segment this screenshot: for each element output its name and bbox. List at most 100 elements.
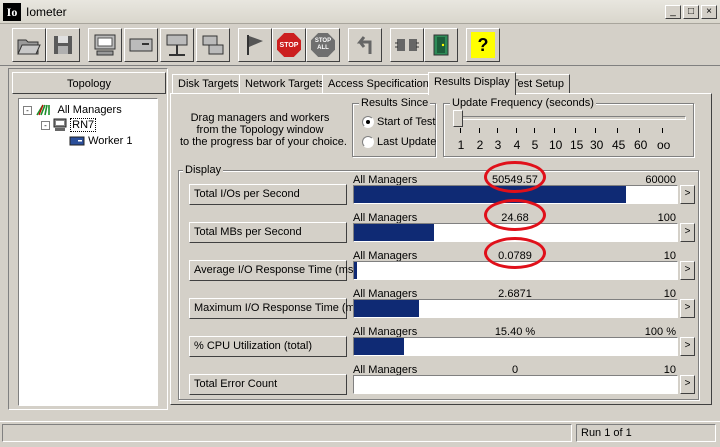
frequency-tick-label[interactable]: 1 <box>455 139 467 152</box>
frequency-tick-label[interactable]: 3 <box>492 139 504 152</box>
new-network-worker-button[interactable] <box>124 28 158 62</box>
frequency-tick-label[interactable]: 45 <box>612 139 625 152</box>
update-frequency-track <box>456 116 686 120</box>
computer-icon <box>94 34 116 56</box>
help-icon: ? <box>471 32 495 58</box>
tree-item-rn7[interactable]: - RN7 <box>41 117 97 133</box>
update-frequency-slider[interactable] <box>453 110 463 127</box>
tab-disk-targets[interactable]: Disk Targets <box>172 74 245 94</box>
display-label: Display <box>183 164 224 176</box>
stop-all-button[interactable]: STOP ALL <box>306 28 340 62</box>
metric-progress-fill <box>354 300 419 317</box>
last-update-radio[interactable] <box>362 136 374 148</box>
open-config-button[interactable] <box>12 28 46 62</box>
duplicate-worker-button[interactable] <box>196 28 230 62</box>
tab-results-display[interactable]: Results Display <box>428 72 516 95</box>
tab-network-targets[interactable]: Network Targets <box>239 74 331 94</box>
instruction-line: from the Topology window <box>196 124 324 136</box>
metric-progress-fill <box>354 224 434 241</box>
metric-progress-fill <box>354 262 357 279</box>
floppy-disk-icon <box>54 36 72 54</box>
about-button[interactable]: ? <box>466 28 500 62</box>
start-of-test-radio[interactable] <box>362 116 374 128</box>
last-update-label[interactable]: Last Update <box>377 136 436 149</box>
frequency-tick-label[interactable]: 2 <box>474 139 486 152</box>
metric-progress-bar[interactable] <box>353 185 678 204</box>
title-bar: Io Iometer _ □ × <box>0 0 720 24</box>
toolbar: STOP STOP ALL ? <box>0 24 720 66</box>
frequency-tick-mark <box>662 128 663 133</box>
status-message <box>2 424 572 442</box>
stop-icon: STOP <box>277 33 301 57</box>
collapse-toggle[interactable]: - <box>23 105 32 115</box>
instructions-text: Drag managers and workers from the Topol… <box>180 112 347 148</box>
stop-button[interactable]: STOP <box>272 28 306 62</box>
total-i-os-per-second-button[interactable]: Total I/Os per Second <box>189 184 347 205</box>
new-manager-button[interactable] <box>160 28 194 62</box>
start-of-test-label[interactable]: Start of Test <box>377 116 436 129</box>
topology-tree[interactable]: - All Managers - RN7 Worker 1 <box>18 98 158 406</box>
exit-button[interactable] <box>424 28 458 62</box>
cpu-utilization-total-button[interactable]: % CPU Utilization (total) <box>189 336 347 357</box>
tab-access-specifications[interactable]: Access Specifications <box>322 74 441 94</box>
metric-select-arrow-button[interactable]: > <box>680 299 695 318</box>
window-title: Iometer <box>26 5 67 19</box>
update-frequency-label: Update Frequency (seconds) <box>450 97 596 109</box>
collapse-toggle[interactable]: - <box>41 120 50 130</box>
close-button[interactable]: × <box>701 5 717 19</box>
run-status: Run 1 of 1 <box>576 424 716 442</box>
metric-select-arrow-button[interactable]: > <box>680 261 695 280</box>
frequency-tick-label[interactable]: 30 <box>590 139 603 152</box>
frequency-tick-label[interactable]: 60 <box>634 139 647 152</box>
exit-door-icon <box>433 34 449 56</box>
frequency-tick-label[interactable]: 5 <box>529 139 541 152</box>
frequency-tick-mark <box>479 128 480 133</box>
minimize-button[interactable]: _ <box>665 5 681 19</box>
back-arrow-icon <box>356 36 372 54</box>
tree-item-all-managers[interactable]: - All Managers <box>23 102 122 118</box>
maximum-i-o-response-time-ms-button[interactable]: Maximum I/O Response Time (ms) <box>189 298 364 319</box>
metric-progress-bar[interactable] <box>353 261 678 280</box>
metric-progress-bar[interactable] <box>353 375 678 394</box>
save-config-button[interactable] <box>46 28 80 62</box>
frequency-tick-mark <box>639 128 640 133</box>
frequency-tick-mark <box>575 128 576 133</box>
frequency-tick-label[interactable]: 4 <box>511 139 523 152</box>
start-tests-button[interactable] <box>238 28 272 62</box>
frequency-tick-mark <box>534 128 535 133</box>
disk-worker-icon <box>69 136 85 146</box>
metric-progress-bar[interactable] <box>353 223 678 242</box>
total-mbs-per-second-button[interactable]: Total MBs per Second <box>189 222 347 243</box>
total-error-count-button[interactable]: Total Error Count <box>189 374 347 395</box>
metric-select-arrow-button[interactable]: > <box>680 337 695 356</box>
tree-item-worker-1[interactable]: Worker 1 <box>69 133 132 149</box>
metric-progress-bar[interactable] <box>353 337 678 356</box>
frequency-tick-label[interactable]: 15 <box>570 139 583 152</box>
disconnect-button[interactable] <box>390 28 424 62</box>
frequency-tick-label[interactable]: 10 <box>549 139 562 152</box>
all-managers-icon <box>36 104 50 116</box>
results-since-label: Results Since <box>359 97 431 109</box>
metric-select-arrow-button[interactable]: > <box>680 223 695 242</box>
disconnect-icon <box>395 39 419 51</box>
metric-progress-bar[interactable] <box>353 299 678 318</box>
frequency-tick-mark <box>497 128 498 133</box>
frequency-tick-mark <box>554 128 555 133</box>
new-disk-worker-button[interactable] <box>88 28 122 62</box>
stop-all-icon: STOP ALL <box>311 33 335 57</box>
metric-select-arrow-button[interactable]: > <box>680 185 695 204</box>
maximize-button[interactable]: □ <box>683 5 699 19</box>
disk-drive-icon <box>129 38 153 52</box>
frequency-tick-mark <box>595 128 596 133</box>
frequency-tick-mark <box>617 128 618 133</box>
instruction-line: Drag managers and workers <box>190 112 330 124</box>
instruction-line: to the progress bar of your choice. <box>180 136 347 148</box>
app-icon: Io <box>3 3 21 21</box>
average-i-o-response-time-ms-button[interactable]: Average I/O Response Time (ms) <box>189 260 357 281</box>
tree-item-label: RN7 <box>70 118 97 132</box>
frequency-tick-label[interactable]: oo <box>657 139 670 152</box>
reset-workers-button[interactable] <box>348 28 382 62</box>
metric-select-arrow-button[interactable]: > <box>680 375 695 394</box>
frequency-tick-mark <box>516 128 517 133</box>
metric-progress-fill <box>354 338 404 355</box>
